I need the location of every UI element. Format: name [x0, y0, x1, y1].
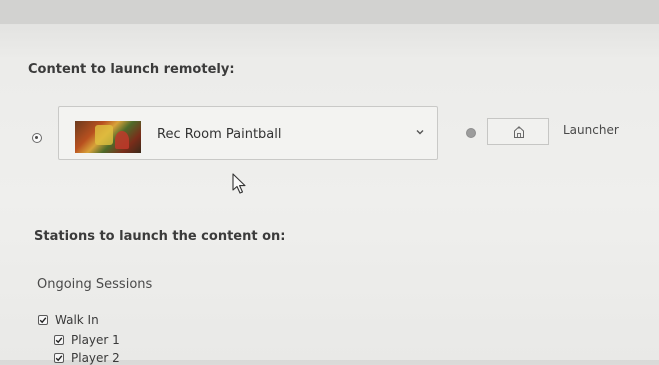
chevron-down-icon — [416, 130, 424, 135]
rec-room-paintball-thumbnail — [75, 121, 141, 153]
launcher-button[interactable] — [487, 118, 549, 145]
station-walk-in[interactable]: Walk In — [38, 313, 99, 327]
launcher-label: Launcher — [563, 123, 619, 137]
launcher-radio[interactable] — [466, 128, 476, 138]
mouse-cursor-icon — [232, 173, 246, 194]
checkbox-player-1[interactable] — [54, 335, 64, 345]
ongoing-sessions-label: Ongoing Sessions — [37, 277, 153, 292]
checkmark-icon — [55, 355, 63, 362]
content-launch-heading: Content to launch remotely: — [28, 62, 235, 77]
home-icon — [514, 126, 524, 138]
station-label: Player 2 — [71, 351, 120, 365]
checkbox-player-2[interactable] — [54, 353, 64, 363]
content-radio[interactable] — [32, 133, 42, 143]
station-label: Walk In — [55, 313, 99, 327]
top-strip — [0, 0, 659, 24]
station-player-1[interactable]: Player 1 — [54, 333, 120, 347]
checkmark-icon — [55, 337, 63, 344]
content-select[interactable]: Rec Room Paintball — [58, 106, 438, 160]
checkmark-icon — [39, 317, 47, 324]
station-label: Player 1 — [71, 333, 120, 347]
station-player-2[interactable]: Player 2 — [54, 351, 120, 365]
content-select-value: Rec Room Paintball — [157, 127, 282, 142]
checkbox-walk-in[interactable] — [38, 315, 48, 325]
stations-heading: Stations to launch the content on: — [34, 229, 286, 244]
